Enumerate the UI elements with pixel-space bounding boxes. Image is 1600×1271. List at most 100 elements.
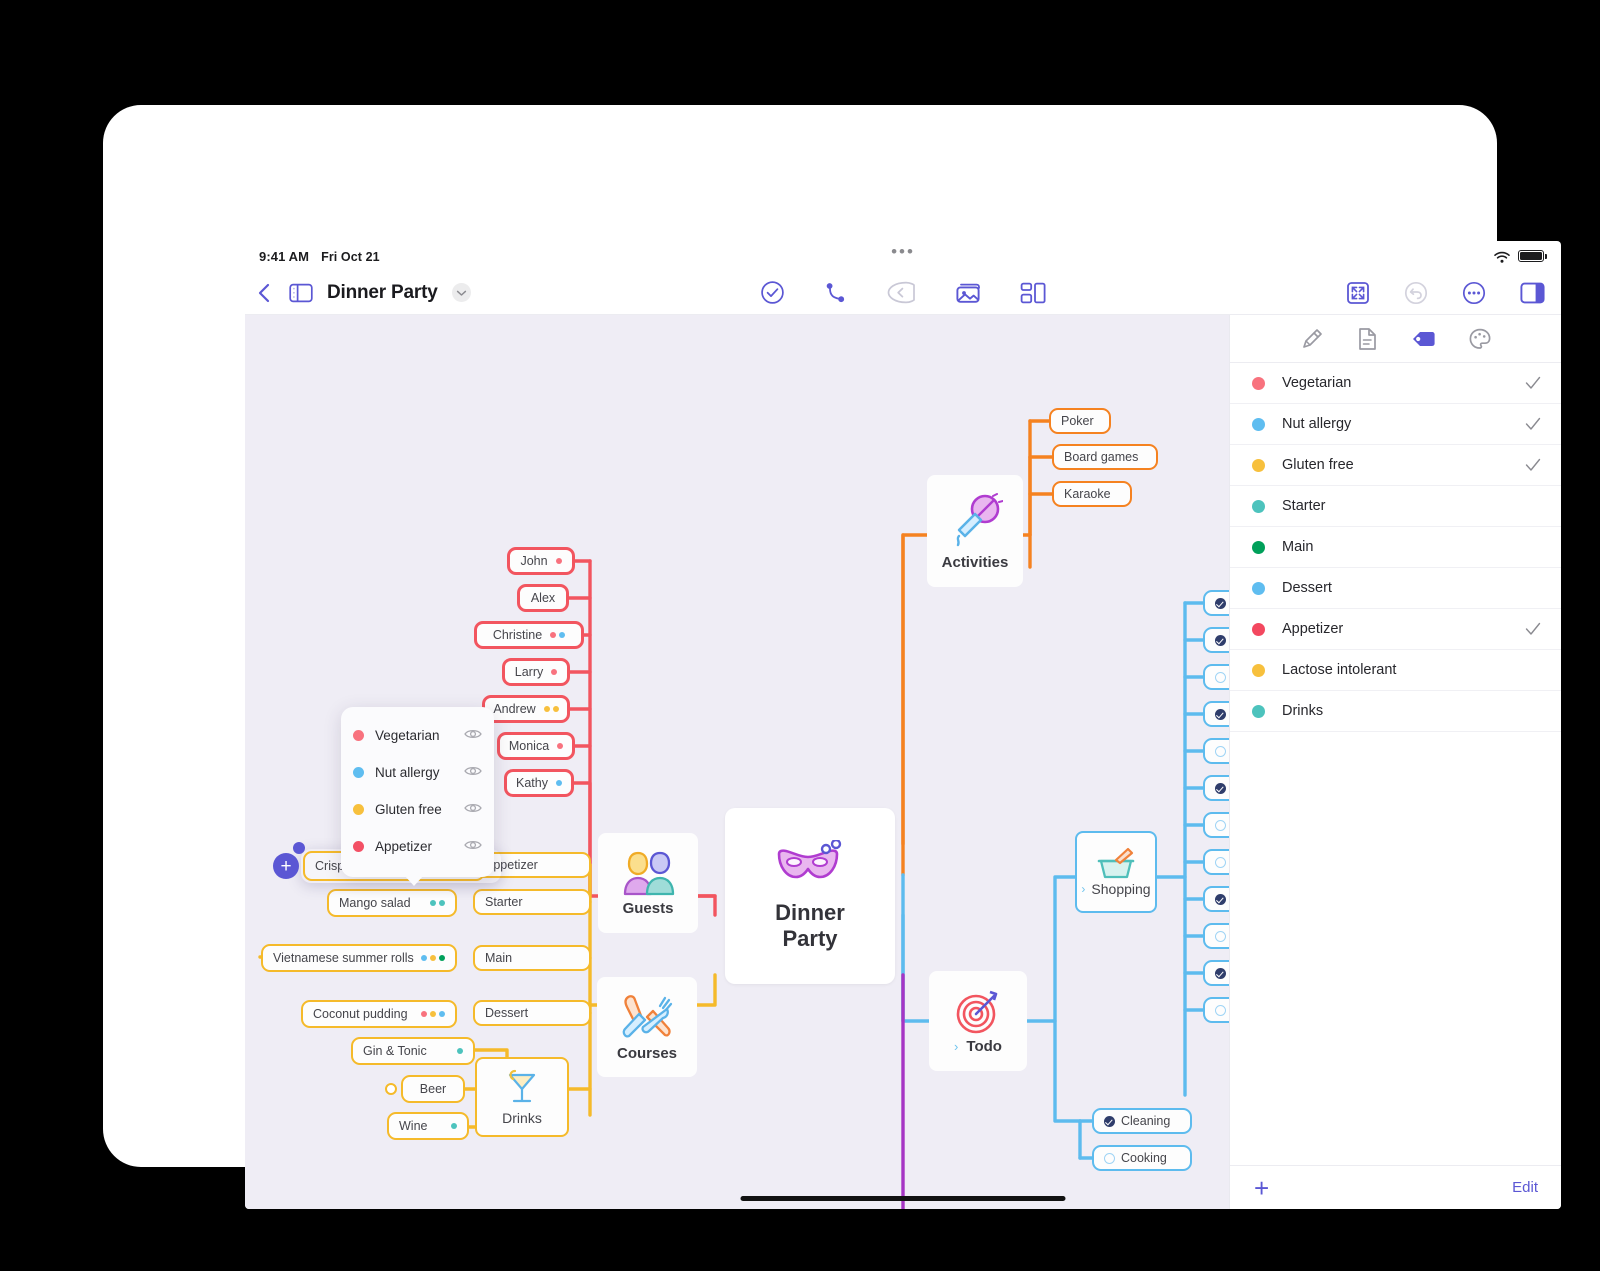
node-kathy[interactable]: Kathy	[504, 769, 574, 797]
shopping-item-mango[interactable]: Mango	[1203, 664, 1229, 690]
central-node[interactable]: Dinner Party	[725, 808, 895, 984]
node-dessert-category[interactable]: Dessert	[473, 1000, 591, 1026]
node-beer[interactable]: Beer	[401, 1075, 465, 1103]
tag-row-gluten-free[interactable]: Gluten free	[1230, 445, 1561, 486]
mindmap-canvas[interactable]: Dinner Party Guests John Alex Christine …	[245, 315, 1229, 1209]
node-larry[interactable]: Larry	[502, 658, 570, 686]
node-andrew[interactable]: Andrew	[482, 695, 570, 723]
node-drag-handle[interactable]	[293, 842, 305, 854]
node-alex[interactable]: Alex	[517, 584, 569, 612]
document-icon[interactable]	[1356, 327, 1378, 351]
node-karaoke[interactable]: Karaoke	[1052, 481, 1132, 507]
checkbox-unchecked-icon[interactable]	[1215, 671, 1226, 683]
format-brush-icon[interactable]	[1300, 327, 1324, 351]
shopping-item-prawns[interactable]: Prawns	[1203, 738, 1229, 764]
shopping-item-coconut-milk[interactable]: Coconut milk	[1203, 812, 1229, 838]
layout-icon[interactable]	[1020, 281, 1046, 305]
multitask-handle[interactable]: •••	[891, 243, 915, 260]
tag-icon[interactable]	[1410, 328, 1436, 350]
checkbox-unchecked-icon[interactable]	[1215, 745, 1226, 757]
undo-icon[interactable]	[1404, 281, 1428, 305]
boundary-icon[interactable]	[886, 280, 916, 305]
node-starter-category[interactable]: Starter	[473, 889, 591, 915]
image-icon[interactable]	[954, 281, 982, 305]
checkbox-checked-icon[interactable]	[1215, 782, 1226, 794]
tag-row-appetizer[interactable]: Appetizer	[1230, 609, 1561, 650]
palette-icon[interactable]	[1468, 327, 1492, 351]
checkbox-checked-icon[interactable]	[1215, 597, 1226, 609]
tag-filter-row-vegetarian[interactable]: Vegetarian	[341, 717, 494, 754]
checkbox-unchecked-icon[interactable]	[1215, 819, 1226, 831]
checkbox-unchecked-icon[interactable]	[1104, 1152, 1115, 1164]
eye-icon[interactable]	[464, 801, 482, 819]
branch-drinks[interactable]: Drinks	[475, 1057, 569, 1137]
shopping-item-limes[interactable]: Limes	[1203, 849, 1229, 875]
fit-screen-icon[interactable]	[1346, 281, 1370, 305]
node-christine[interactable]: Christine	[474, 621, 584, 649]
node-poker[interactable]: Poker	[1049, 408, 1111, 434]
shopping-item-cheese[interactable]: Cheese	[1203, 590, 1229, 616]
tag-row-nut-allergy[interactable]: Nut allergy	[1230, 404, 1561, 445]
task-check-icon[interactable]	[760, 280, 785, 305]
tag-row-vegetarian[interactable]: Vegetarian	[1230, 363, 1561, 404]
node-mango-salad[interactable]: Mango salad	[327, 889, 457, 917]
shopping-item-drinks[interactable]: Drinks	[1203, 960, 1229, 986]
todo-task-cleaning[interactable]: Cleaning	[1092, 1108, 1192, 1134]
branch-activities[interactable]: Activities	[927, 475, 1023, 587]
inspector-icon[interactable]	[1520, 282, 1545, 304]
tag-filter-popup[interactable]: Vegetarian Nut allergy Gluten free Appet…	[341, 707, 494, 886]
more-icon[interactable]	[1462, 281, 1486, 305]
home-indicator[interactable]	[740, 1196, 1066, 1201]
tag-filter-row-appetizer[interactable]: Appetizer	[341, 828, 494, 865]
collapse-marker-shopping[interactable]: ›	[1081, 882, 1085, 896]
eye-icon[interactable]	[464, 764, 482, 782]
checkbox-checked-icon[interactable]	[1215, 967, 1226, 979]
branch-guests[interactable]: Guests	[598, 833, 698, 933]
checkbox-unchecked-icon[interactable]	[1215, 930, 1226, 942]
chevron-down-icon[interactable]	[451, 283, 471, 302]
checkbox-checked-icon[interactable]	[1104, 1115, 1115, 1127]
tag-row-dessert[interactable]: Dessert	[1230, 568, 1561, 609]
node-wine[interactable]: Wine	[387, 1112, 469, 1140]
tag-color-dot	[353, 841, 364, 852]
shopping-item-carrots[interactable]: Carrots	[1203, 923, 1229, 949]
tag-filter-row-nut-allergy[interactable]: Nut allergy	[341, 754, 494, 791]
tag-filter-row-gluten-free[interactable]: Gluten free	[341, 791, 494, 828]
branch-courses[interactable]: Courses	[597, 977, 697, 1077]
branch-todo[interactable]: › Todo	[929, 971, 1027, 1071]
node-coconut-pudding[interactable]: Coconut pudding	[301, 1000, 457, 1028]
branch-shopping[interactable]: › Shopping	[1075, 831, 1157, 913]
node-john[interactable]: John	[507, 547, 575, 575]
shopping-item-chili[interactable]: Chili	[1203, 997, 1229, 1023]
checkbox-unchecked-icon[interactable]	[1215, 1004, 1226, 1016]
shopping-item-sugar[interactable]: Sugar	[1203, 886, 1229, 912]
collapse-handle-beer[interactable]	[385, 1083, 397, 1095]
shopping-item-coriander[interactable]: Coriander	[1203, 701, 1229, 727]
relationship-icon[interactable]	[823, 280, 848, 305]
sidebar-toggle-icon[interactable]	[289, 283, 313, 303]
checkbox-checked-icon[interactable]	[1215, 634, 1226, 646]
node-main-category[interactable]: Main	[473, 945, 591, 971]
eye-icon[interactable]	[464, 838, 482, 856]
todo-task-cooking[interactable]: Cooking	[1092, 1145, 1192, 1171]
tag-row-lactose-intolerant[interactable]: Lactose intolerant	[1230, 650, 1561, 691]
checkbox-unchecked-icon[interactable]	[1215, 856, 1226, 868]
add-tag-button[interactable]: +	[1254, 1175, 1269, 1201]
node-board-games[interactable]: Board games	[1052, 444, 1158, 470]
node-gin-and-tonic[interactable]: Gin & Tonic	[351, 1037, 475, 1065]
shopping-item-tofu[interactable]: Tofu	[1203, 627, 1229, 653]
add-node-button[interactable]: +	[273, 853, 299, 879]
back-button[interactable]	[255, 282, 275, 304]
tag-row-main[interactable]: Main	[1230, 527, 1561, 568]
shopping-item-rice-vermicelli[interactable]: Rice vermicelli	[1203, 775, 1229, 801]
collapse-marker-todo[interactable]: ›	[954, 1039, 958, 1054]
tag-row-drinks[interactable]: Drinks	[1230, 691, 1561, 732]
edit-tags-button[interactable]: Edit	[1512, 1179, 1538, 1196]
eye-icon[interactable]	[464, 727, 482, 745]
node-vietnamese-summer-rolls[interactable]: Vietnamese summer rolls	[261, 944, 457, 972]
document-title[interactable]: Dinner Party	[327, 282, 438, 304]
checkbox-checked-icon[interactable]	[1215, 893, 1226, 905]
checkbox-checked-icon[interactable]	[1215, 708, 1226, 720]
tag-row-starter[interactable]: Starter	[1230, 486, 1561, 527]
node-monica[interactable]: Monica	[497, 732, 575, 760]
